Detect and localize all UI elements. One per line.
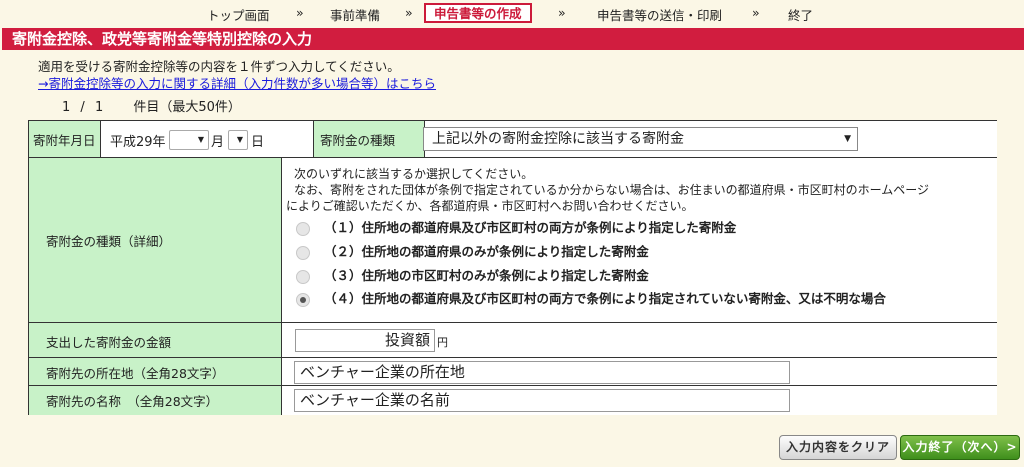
radio-option-2[interactable]: （２）住所地の都道府県のみが条例により指定した寄附金 — [296, 243, 649, 261]
chevron-down-icon: ▼ — [197, 135, 204, 144]
radio-icon[interactable] — [296, 269, 310, 284]
type-label: 寄附金の種類 — [314, 121, 425, 158]
radio-option-label: （４）住所地の都道府県及び市区町村の両方で条例により指定されていない寄附金、又は… — [324, 291, 886, 306]
step-separator: » — [558, 5, 566, 20]
step-preparation[interactable]: 事前準備 — [330, 5, 380, 24]
amount-label: 支出した寄附金の金額 — [29, 323, 282, 358]
amount-unit: 円 — [437, 336, 448, 349]
counter-suffix: 件目（最大50件） — [133, 100, 241, 115]
detail-label: 寄附金の種類（詳細） — [29, 158, 282, 323]
clear-button[interactable]: 入力内容をクリア — [779, 435, 897, 460]
record-counter: 1 / 1 件目（最大50件） — [62, 96, 241, 115]
step-top[interactable]: トップ画面 — [207, 5, 270, 24]
step-separator: » — [752, 5, 760, 20]
radio-icon[interactable] — [296, 292, 310, 307]
day-unit: 日 — [251, 135, 265, 150]
name-label: 寄附先の名称 （全角28文字） — [29, 386, 282, 415]
month-select[interactable]: ▼ — [169, 130, 209, 150]
address-input[interactable]: ベンチャー企業の所在地 — [294, 361, 790, 384]
chevron-down-icon: ▼ — [236, 135, 243, 144]
era-year: 平成29年 — [110, 135, 166, 150]
date-cell: 平成29年 ▼ 月 ▼ 日 — [101, 121, 314, 158]
date-label: 寄附年月日 — [29, 121, 101, 158]
step-finish[interactable]: 終了 — [788, 5, 813, 24]
step-create-return[interactable]: 申告書等の作成 — [424, 3, 532, 23]
radio-option-label: （２）住所地の都道府県のみが条例により指定した寄附金 — [324, 244, 649, 259]
counter-total: 1 — [94, 100, 104, 115]
radio-icon[interactable] — [296, 245, 310, 260]
radio-icon[interactable] — [296, 221, 310, 236]
detail-link[interactable]: →寄附金控除等の入力に関する詳細（入力件数が多い場合等）はこちら — [38, 73, 436, 92]
radio-option-4[interactable]: （４）住所地の都道府県及び市区町村の両方で条例により指定されていない寄附金、又は… — [296, 290, 886, 308]
day-select[interactable]: ▼ — [228, 130, 248, 150]
counter-current: 1 — [62, 100, 71, 115]
radio-option-1[interactable]: （１）住所地の都道府県及び市区町村の両方が条例により指定した寄附金 — [296, 219, 736, 237]
amount-input[interactable]: 投資額 — [295, 329, 435, 352]
detail-instruction: 次のいずれに該当するか選択してください。 なお、寄附をされた団体が条例で指定され… — [286, 166, 930, 214]
address-label: 寄附先の所在地（全角28文字） — [29, 358, 282, 386]
instruction-line: なお、寄附をされた団体が条例で指定されているか分からない場合は、お住まいの都道府… — [294, 183, 930, 197]
step-separator: » — [405, 5, 413, 20]
instruction-line: によりご確認いただくか、各都道府県・市区町村へお問い合わせください。 — [286, 199, 694, 213]
month-unit: 月 — [211, 135, 225, 150]
donation-type-select[interactable]: 上記以外の寄附金控除に該当する寄附金 ▼ — [423, 127, 858, 151]
name-input[interactable]: ベンチャー企業の名前 — [294, 389, 790, 412]
section-title: 寄附金控除、政党等寄附金等特別控除の入力 — [2, 28, 1024, 50]
radio-option-3[interactable]: （３）住所地の市区町村のみが条例により指定した寄附金 — [296, 267, 649, 285]
radio-option-label: （３）住所地の市区町村のみが条例により指定した寄附金 — [324, 268, 649, 283]
chevron-down-icon: ▼ — [844, 134, 851, 144]
radio-option-label: （１）住所地の都道府県及び市区町村の両方が条例により指定した寄附金 — [324, 220, 737, 235]
next-button[interactable]: 入力終了（次へ）> — [900, 435, 1020, 460]
step-send-print[interactable]: 申告書等の送信・印刷 — [597, 5, 722, 24]
donation-type-value: 上記以外の寄附金控除に該当する寄附金 — [432, 131, 684, 147]
step-separator: » — [296, 5, 304, 20]
step-navigation: トップ画面 » 事前準備 » 申告書等の作成 » 申告書等の送信・印刷 » 終了 — [0, 0, 1024, 26]
instruction-line: 次のいずれに該当するか選択してください。 — [294, 167, 534, 181]
counter-slash: / — [80, 100, 85, 115]
